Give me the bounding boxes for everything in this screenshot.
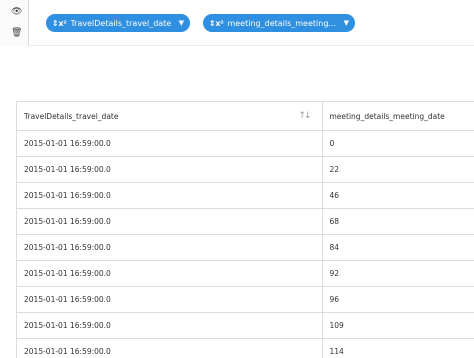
table-row: 2015-01-01 16:59:00.0 22 bbox=[17, 156, 474, 183]
table-cell: 2015-01-01 16:59:00.0 bbox=[17, 234, 323, 261]
table-cell: 2015-01-01 16:59:00.0 bbox=[17, 286, 323, 313]
side-tools: 👁 🗑 bbox=[0, 0, 29, 47]
table-row: 2015-01-01 16:59:00.0 68 bbox=[17, 208, 474, 235]
table-view: 👁 🗑 ⇕x² TravelDetails_travel_date ▼ ⇕x² … bbox=[0, 0, 474, 358]
chip-travel-date[interactable]: ⇕x² TravelDetails_travel_date ▼ bbox=[46, 14, 190, 32]
table-row: 2015-01-01 16:59:00.0 84 bbox=[17, 234, 474, 261]
column-header-meeting-date[interactable]: meeting_details_meeting_date bbox=[322, 102, 474, 131]
chip-label: meeting_details_meeting... bbox=[227, 18, 337, 28]
table-row: 2015-01-01 16:59:00.0 109 bbox=[17, 312, 474, 339]
trash-icon[interactable]: 🗑 bbox=[11, 28, 22, 38]
eye-icon[interactable]: 👁 bbox=[11, 7, 22, 17]
chip-label: TravelDetails_travel_date bbox=[70, 18, 172, 28]
column-header-label: meeting_details_meeting_date bbox=[329, 111, 445, 121]
chip-meeting-date[interactable]: ⇕x² meeting_details_meeting... ▼ bbox=[203, 14, 355, 32]
table-cell: 68 bbox=[322, 208, 474, 235]
table-cell: 109 bbox=[322, 312, 474, 339]
sort-arrows-icon: ⇕x² bbox=[52, 18, 67, 28]
sort-icon[interactable]: ↑↓ bbox=[298, 111, 311, 121]
table-cell: 2015-01-01 16:59:00.0 bbox=[17, 312, 323, 339]
caret-down-icon[interactable]: ▼ bbox=[179, 19, 184, 27]
data-table-container: TravelDetails_travel_date ↑↓ meeting_det… bbox=[16, 101, 474, 358]
caret-down-icon[interactable]: ▼ bbox=[344, 19, 349, 27]
table-cell: 96 bbox=[322, 286, 474, 313]
table-cell: 22 bbox=[322, 156, 474, 183]
table-cell: 2015-01-01 16:59:00.0 bbox=[17, 208, 323, 235]
column-header-label: TravelDetails_travel_date bbox=[24, 111, 119, 121]
table-cell: 46 bbox=[322, 182, 474, 209]
table-header-row: TravelDetails_travel_date ↑↓ meeting_det… bbox=[17, 102, 474, 131]
table-cell: 84 bbox=[322, 234, 474, 261]
table-row: 2015-01-01 16:59:00.0 114 bbox=[17, 338, 474, 358]
table-cell: 92 bbox=[322, 260, 474, 287]
table-cell: 2015-01-01 16:59:00.0 bbox=[17, 182, 323, 209]
table-cell: 2015-01-01 16:59:00.0 bbox=[17, 156, 323, 183]
table-row: 2015-01-01 16:59:00.0 46 bbox=[17, 182, 474, 209]
table-row: 2015-01-01 16:59:00.0 92 bbox=[17, 260, 474, 287]
sort-arrows-icon: ⇕x² bbox=[209, 18, 224, 28]
table-cell: 114 bbox=[322, 338, 474, 358]
table-cell: 2015-01-01 16:59:00.0 bbox=[17, 130, 323, 157]
table-row: 2015-01-01 16:59:00.0 0 bbox=[17, 130, 474, 157]
table-cell: 2015-01-01 16:59:00.0 bbox=[17, 338, 323, 358]
table-cell: 2015-01-01 16:59:00.0 bbox=[17, 260, 323, 287]
table-row: 2015-01-01 16:59:00.0 96 bbox=[17, 286, 474, 313]
column-header-travel-date[interactable]: TravelDetails_travel_date ↑↓ bbox=[17, 102, 323, 131]
data-table: TravelDetails_travel_date ↑↓ meeting_det… bbox=[17, 102, 474, 358]
table-cell: 0 bbox=[322, 130, 474, 157]
panel-spacer bbox=[0, 46, 474, 101]
